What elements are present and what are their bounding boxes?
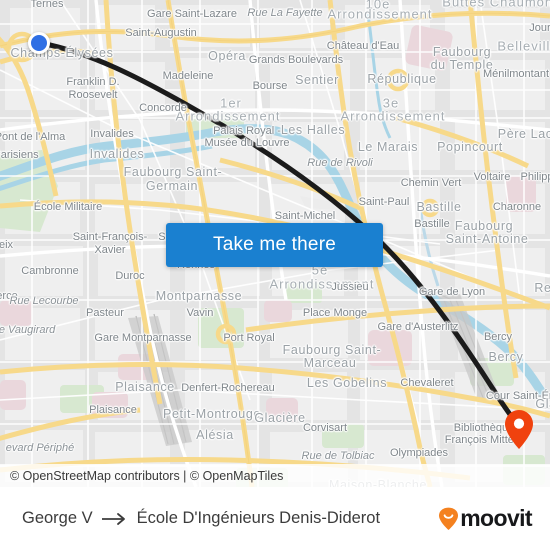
- map-canvas[interactable]: Ternes Gare Saint-Lazare Rue La Fayette 10e…: [0, 0, 550, 487]
- arrow-right-icon: [101, 512, 128, 526]
- map-attribution: © OpenStreetMap contributors | © OpenMap…: [0, 464, 550, 487]
- take-me-there-button[interactable]: Take me there: [166, 223, 383, 267]
- moovit-logo[interactable]: moovit: [438, 505, 533, 532]
- moovit-pin-icon: [438, 507, 459, 531]
- moovit-wordmark: moovit: [460, 505, 532, 531]
- moovit-route-screenshot: Ternes Gare Saint-Lazare Rue La Fayette 10e…: [0, 0, 550, 550]
- origin-marker-george-v[interactable]: [28, 32, 50, 54]
- footer-bar: George V École D'Ingénieurs Denis-Didero…: [0, 487, 550, 550]
- origin-label: George V: [22, 509, 93, 527]
- route-summary: George V École D'Ingénieurs Denis-Didero…: [22, 509, 380, 528]
- destination-label: École D'Ingénieurs Denis-Diderot: [136, 509, 381, 527]
- attribution-text[interactable]: © OpenStreetMap contributors | © OpenMap…: [10, 469, 283, 483]
- destination-pin-ecole-dingenieurs-denis-diderot[interactable]: [505, 410, 533, 450]
